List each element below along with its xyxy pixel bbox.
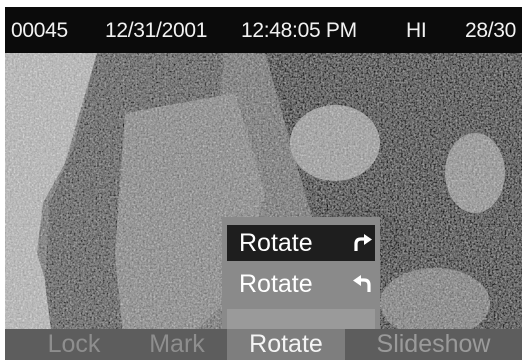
image-counter: 28/30 [465, 19, 517, 42]
rotate-counterclockwise-icon [353, 275, 371, 292]
softkey-lock[interactable]: Lock [5, 329, 135, 360]
softkey-mark[interactable]: Mark [127, 329, 227, 360]
menu-item-label: Rotate [239, 270, 313, 298]
capture-date: 12/31/2001 [105, 19, 208, 42]
rotate-menu: Rotate Rotate [222, 217, 380, 332]
capture-time: 12:48:05 PM [241, 19, 357, 42]
softkey-rotate[interactable]: Rotate [227, 329, 345, 360]
quality-indicator: HI [406, 19, 427, 42]
softkey-slideshow[interactable]: Slideshow [345, 329, 522, 360]
menu-item-rotate-clockwise[interactable]: Rotate [227, 225, 375, 261]
rotate-clockwise-icon [354, 234, 372, 251]
camera-playback-screen: 00045 12/31/2001 12:48:05 PM HI 28/30 Ro… [0, 0, 525, 360]
menu-item-rotate-counterclockwise[interactable]: Rotate [227, 266, 375, 302]
status-bar: 00045 12/31/2001 12:48:05 PM HI 28/30 [5, 7, 522, 53]
file-number: 00045 [11, 19, 68, 42]
menu-item-label: Rotate [239, 229, 313, 257]
menu-item-placeholder [227, 309, 375, 329]
softkey-bar: Lock Mark Rotate Slideshow [5, 329, 522, 360]
